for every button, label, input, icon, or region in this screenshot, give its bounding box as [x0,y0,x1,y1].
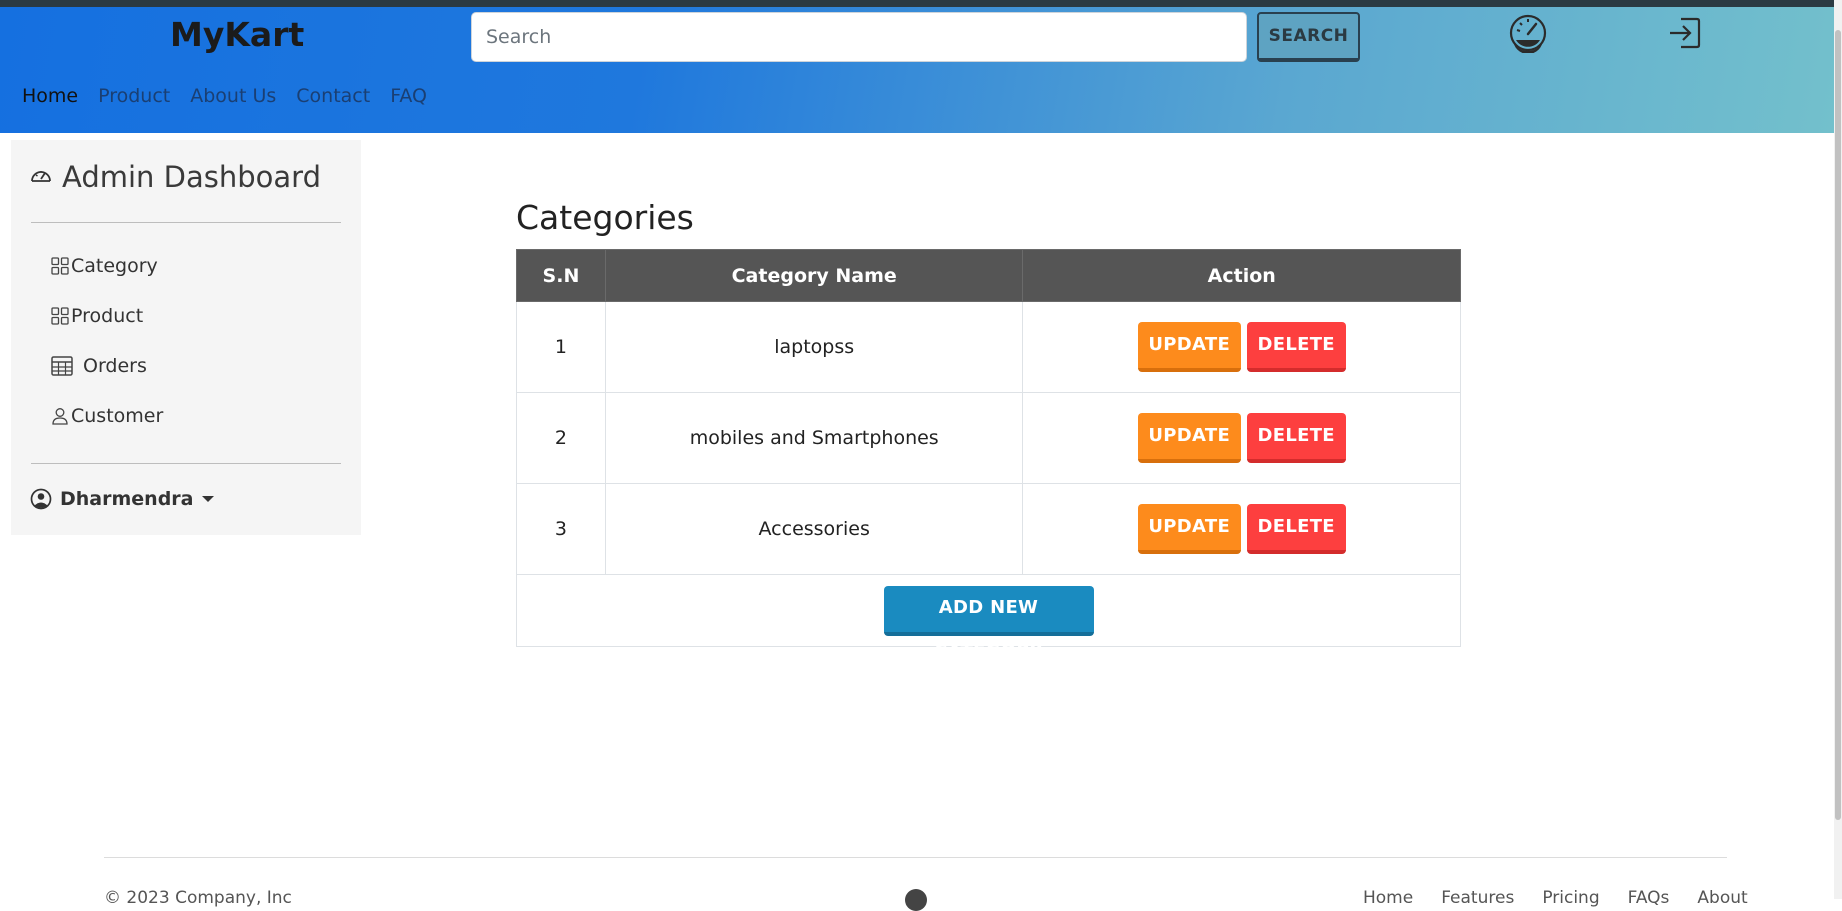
row-actions: UPDATE DELETE [1022,392,1461,484]
dashboard-icon[interactable] [1508,13,1548,54]
sidebar-title: Admin Dashboard [62,160,321,194]
nav-link-about-us[interactable]: About Us [190,85,276,107]
user-circle-icon [30,488,52,510]
scrollbar-thumb[interactable] [1835,30,1841,820]
header-action: Action [1022,249,1461,302]
grid-icon [51,307,69,325]
nav-link-contact[interactable]: Contact [296,85,370,107]
brand-logo[interactable]: MyKart [170,15,304,54]
row-category-name: Accessories [604,483,1024,575]
page-title: Categories [516,198,694,237]
footer-link-pricing[interactable]: Pricing [1542,888,1599,908]
row-sn: 3 [516,483,606,575]
add-new-category-button[interactable]: ADD NEW CATEGORY [883,585,1094,662]
sidebar-item-customer[interactable]: Customer [51,405,163,427]
admin-sidebar: Admin Dashboard Category Product Orders … [11,140,361,535]
delete-button[interactable]: DELETE [1246,504,1346,554]
sidebar-divider [31,222,341,223]
sidebar-item-label: Product [71,305,144,327]
sidebar-item-product[interactable]: Product [51,305,143,327]
grid-icon [51,257,69,275]
nav-link-product[interactable]: Product [98,85,170,107]
row-category-name: laptopss [604,301,1024,393]
sidebar-header: Admin Dashboard [30,160,321,194]
nav-link-faq[interactable]: FAQ [390,85,427,107]
table-row: 1 laptopss UPDATE DELETE [516,301,1461,393]
sidebar-item-label: Customer [71,405,164,427]
table-header-row: S.N Category Name Action [516,249,1461,302]
row-actions: UPDATE DELETE [1022,483,1461,575]
navbar: MyKart SEARCH Home Product About Us Cont… [0,7,1834,133]
categories-table: S.N Category Name Action 1 laptopss UPDA… [516,249,1461,662]
browser-top-strip [0,0,1834,7]
logout-icon[interactable] [1665,13,1705,53]
row-sn: 1 [516,301,606,393]
table-icon [51,356,73,376]
sidebar-item-label: Orders [83,355,147,377]
table-row: 2 mobiles and Smartphones UPDATE DELETE [516,392,1461,484]
add-row: ADD NEW CATEGORY [516,574,1461,662]
delete-button[interactable]: DELETE [1246,322,1346,372]
footer-link-about[interactable]: About [1697,888,1747,908]
header-sn: S.N [516,249,606,302]
search-button[interactable]: SEARCH [1257,12,1360,62]
user-name: Dharmendra [60,488,194,510]
footer-link-faqs[interactable]: FAQs [1628,888,1670,908]
sidebar-item-label: Category [71,255,158,277]
footer-copyright: © 2023 Company, Inc [104,888,292,908]
table-row: 3 Accessories UPDATE DELETE [516,483,1461,575]
row-category-name: mobiles and Smartphones [604,392,1024,484]
row-sn: 2 [516,392,606,484]
footer-divider [104,857,1727,858]
sidebar-divider [31,463,341,464]
sidebar-item-orders[interactable]: Orders [51,355,147,377]
nav-link-home[interactable]: Home [22,85,78,107]
facebook-icon[interactable] [905,889,927,911]
delete-button[interactable]: DELETE [1246,413,1346,463]
row-actions: UPDATE DELETE [1022,301,1461,393]
caret-down-icon [201,496,214,502]
footer-link-home[interactable]: Home [1363,888,1413,908]
update-button[interactable]: UPDATE [1137,413,1241,463]
person-icon [52,408,68,425]
speedometer-icon [31,171,51,182]
footer-links: Home Features Pricing FAQs About [1363,888,1748,908]
search-input[interactable] [471,12,1247,62]
nav-links: Home Product About Us Contact FAQ [22,85,427,107]
header-category-name: Category Name [604,249,1024,302]
sidebar-item-category[interactable]: Category [51,255,158,277]
add-cell: ADD NEW CATEGORY [516,574,1461,662]
user-dropdown[interactable]: Dharmendra [30,488,214,510]
update-button[interactable]: UPDATE [1137,322,1241,372]
footer-link-features[interactable]: Features [1441,888,1514,908]
update-button[interactable]: UPDATE [1137,504,1241,554]
